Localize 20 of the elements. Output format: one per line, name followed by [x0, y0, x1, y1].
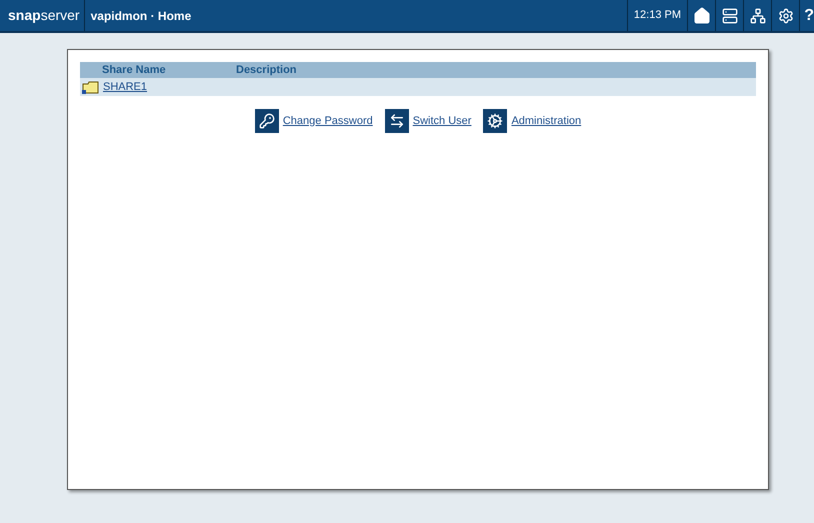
clock: 12:13 PM [626, 0, 688, 31]
server-icon [722, 8, 738, 24]
action-link[interactable]: Administration [511, 112, 582, 130]
settings-icon [778, 8, 794, 24]
arrows-icon [388, 113, 405, 129]
logo: snapserver [8, 0, 85, 31]
column-header: Description [236, 62, 297, 78]
network-icon [750, 8, 766, 24]
folder-icon [82, 80, 100, 94]
key-icon [258, 113, 275, 129]
help-button[interactable]: ? [800, 0, 814, 31]
action-icon-button[interactable] [254, 109, 279, 133]
action-icon-button[interactable] [384, 109, 409, 133]
share-link[interactable]: SHARE1 [103, 78, 234, 96]
action-link[interactable]: Change Password [282, 112, 373, 130]
column-header: Share Name [102, 62, 167, 78]
page-title: vapidmon · Home [90, 8, 192, 24]
home-icon [692, 6, 710, 24]
action-icon-button[interactable] [483, 109, 508, 133]
action-link[interactable]: Switch User [412, 112, 472, 130]
